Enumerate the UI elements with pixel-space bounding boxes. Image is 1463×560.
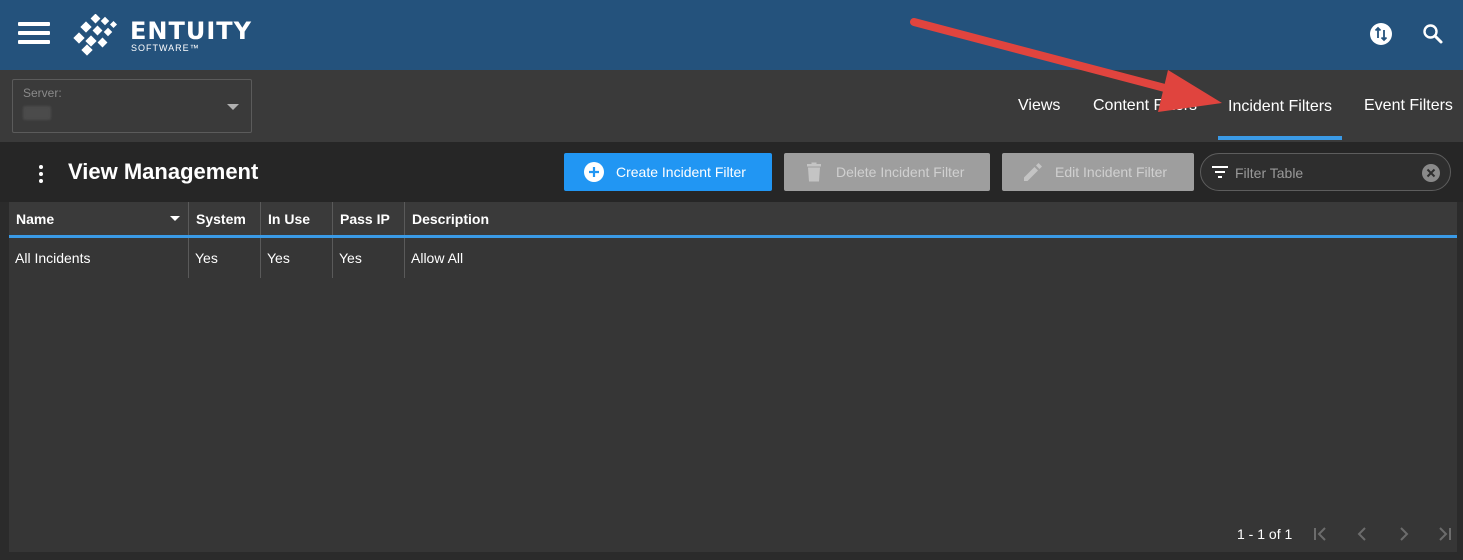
- cell-system: Yes: [189, 238, 261, 278]
- incident-filters-table: Name System In Use Pass IP Description A…: [9, 202, 1457, 552]
- tab-incident-filters[interactable]: Incident Filters: [1228, 98, 1332, 116]
- filter-icon: [1212, 166, 1228, 178]
- first-page-icon[interactable]: [1310, 524, 1330, 544]
- sync-icon[interactable]: [1369, 22, 1393, 46]
- tab-content-filters[interactable]: Content Filters: [1093, 97, 1197, 115]
- cell-in-use: Yes: [261, 238, 333, 278]
- server-label: Server:: [23, 86, 62, 100]
- cell-description: Allow All: [411, 250, 464, 266]
- table-row[interactable]: All Incidents Yes Yes Yes Allow All: [9, 238, 1457, 278]
- hamburger-menu-icon[interactable]: [18, 20, 50, 46]
- previous-page-icon[interactable]: [1352, 524, 1372, 544]
- filter-table-input[interactable]: [1235, 163, 1415, 183]
- column-header-pass-ip[interactable]: Pass IP: [333, 202, 405, 235]
- add-circle-icon: [584, 162, 604, 182]
- create-incident-filter-label: Create Incident Filter: [616, 164, 746, 180]
- edit-incident-filter-label: Edit Incident Filter: [1055, 164, 1168, 180]
- create-incident-filter-button[interactable]: Create Incident Filter: [564, 153, 772, 191]
- column-header-description[interactable]: Description: [405, 202, 1457, 235]
- delete-incident-filter-label: Delete Incident Filter: [836, 164, 965, 180]
- column-header-system[interactable]: System: [189, 202, 261, 235]
- last-page-icon[interactable]: [1435, 524, 1455, 544]
- trash-icon: [807, 162, 821, 182]
- page-title: View Management: [68, 159, 259, 184]
- edit-incident-filter-button[interactable]: Edit Incident Filter: [1002, 153, 1194, 191]
- app-header: ENTUITY SOFTWARE™: [0, 0, 1463, 70]
- view-management-toolbar: View Management Create Incident Filter D…: [0, 142, 1463, 202]
- filter-table-field[interactable]: [1200, 153, 1451, 191]
- delete-incident-filter-button[interactable]: Delete Incident Filter: [784, 153, 990, 191]
- logo-subtext: SOFTWARE™: [131, 43, 200, 53]
- sort-down-icon[interactable]: [170, 216, 180, 221]
- server-tab-bar: Server: Views Content Filters Incident F…: [0, 70, 1463, 142]
- cell-name: All Incidents: [9, 238, 189, 278]
- server-value-redacted: [23, 106, 51, 120]
- more-options-icon[interactable]: [36, 164, 46, 184]
- entuity-logo-mark-icon: [73, 14, 118, 56]
- column-header-label: System: [196, 210, 246, 227]
- search-icon[interactable]: [1421, 22, 1445, 46]
- pagination-range: 1 - 1 of 1: [1237, 526, 1293, 542]
- column-header-label: Description: [412, 210, 490, 227]
- cell-pass-ip: Yes: [333, 238, 405, 278]
- table-header: Name System In Use Pass IP Description: [9, 202, 1457, 235]
- tab-event-filters[interactable]: Event Filters: [1364, 97, 1453, 115]
- server-select[interactable]: Server:: [12, 79, 252, 133]
- pencil-icon: [1024, 163, 1042, 181]
- column-header-in-use[interactable]: In Use: [261, 202, 333, 235]
- tab-views[interactable]: Views: [1018, 97, 1060, 115]
- column-header-name[interactable]: Name: [9, 202, 189, 235]
- column-header-label: Name: [16, 210, 55, 227]
- column-header-label: Pass IP: [340, 210, 390, 227]
- entuity-logo: ENTUITY SOFTWARE™: [72, 14, 252, 56]
- chevron-down-icon[interactable]: [227, 104, 239, 110]
- pagination: 1 - 1 of 1: [1237, 524, 1452, 544]
- next-page-icon[interactable]: [1394, 524, 1414, 544]
- logo-text: ENTUITY: [130, 17, 253, 45]
- clear-icon[interactable]: [1421, 163, 1441, 183]
- active-tab-indicator: [1218, 136, 1342, 140]
- column-header-label: In Use: [268, 210, 311, 227]
